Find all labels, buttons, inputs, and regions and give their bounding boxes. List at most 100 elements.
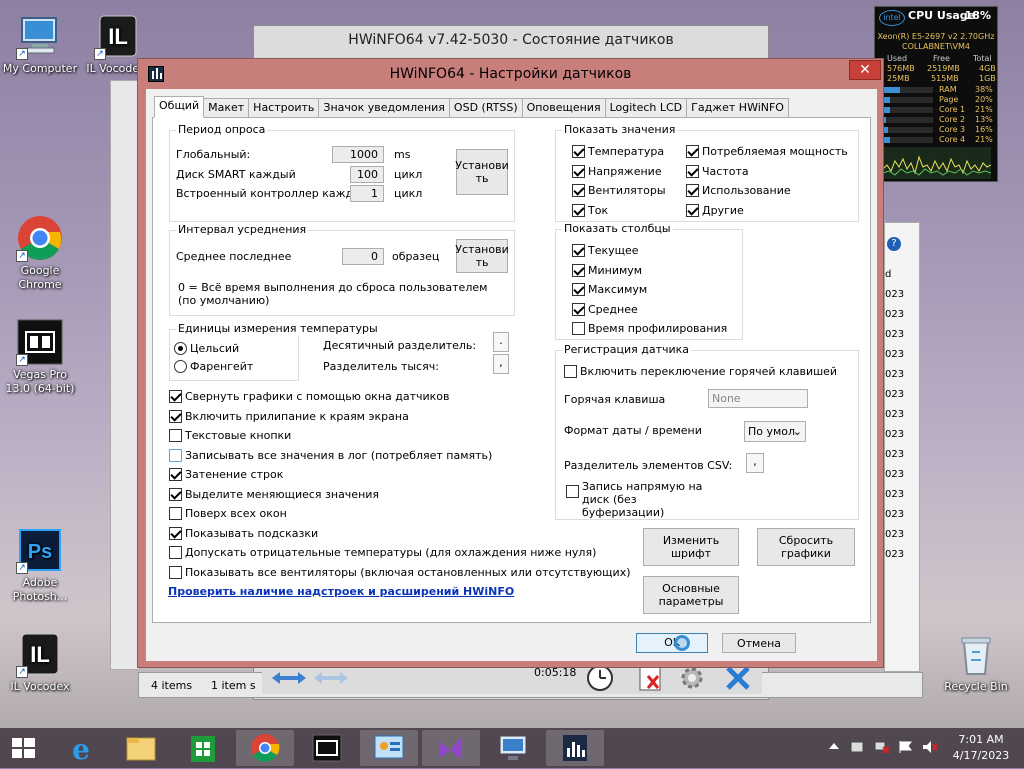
tab-alerts[interactable]: Оповещения [521, 98, 606, 118]
option-checkbox[interactable]: Включить прилипание к краям экрана [169, 409, 409, 423]
averaging-set-button[interactable]: Установи ть [455, 239, 509, 273]
checkbox-indicator[interactable] [686, 164, 699, 178]
checkbox-indicator[interactable] [572, 322, 585, 335]
option-checkbox[interactable]: Затенение строк [169, 468, 283, 481]
checkbox-indicator[interactable] [572, 164, 585, 178]
taskbar-remote-desktop[interactable] [484, 730, 542, 766]
desktop-icon-chrome[interactable]: ↗ Google Chrome [0, 214, 80, 292]
option-checkbox[interactable]: Показывать все вентиляторы (включая оста… [169, 565, 631, 579]
close-x-icon[interactable] [722, 664, 754, 692]
taskbar-visual-studio[interactable] [422, 730, 480, 766]
hotkey-input[interactable]: None [708, 389, 808, 408]
desktop-icon-my-computer[interactable]: ↗ My Computer [0, 12, 80, 76]
taskbar-store[interactable] [174, 730, 232, 766]
checkbox-indicator[interactable] [169, 468, 182, 481]
checkbox-indicator[interactable] [169, 390, 182, 403]
cancel-button[interactable]: Отмена [722, 633, 796, 653]
close-button[interactable]: ✕ [849, 60, 881, 80]
celsius-radio[interactable]: Цельсий [174, 342, 239, 355]
datetime-format-select[interactable]: По умол ⌄ [744, 421, 806, 442]
checkbox-indicator[interactable] [566, 485, 579, 498]
option-checkbox[interactable]: Текстовые кнопки [169, 429, 291, 442]
checkbox-indicator[interactable] [169, 487, 182, 501]
averaging-samples-input[interactable]: 0 [342, 248, 384, 265]
notification-flag-icon[interactable] [898, 740, 914, 754]
tab-tray-icon[interactable]: Значок уведомления [318, 98, 450, 118]
checkbox-indicator[interactable] [686, 203, 699, 217]
option-checkbox[interactable]: Свернуть графики с помощью окна датчиков [169, 390, 450, 403]
show-value-checkbox[interactable]: Вентиляторы [572, 184, 666, 197]
log-delete-icon[interactable] [634, 664, 666, 692]
checkbox-indicator[interactable] [686, 184, 699, 197]
tab-general[interactable]: Общий [154, 96, 205, 118]
taskbar-hwinfo[interactable] [546, 730, 604, 766]
option-checkbox[interactable]: Выделите меняющиеся значения [169, 487, 379, 501]
checkbox-indicator[interactable] [572, 283, 585, 296]
checkbox-indicator[interactable] [169, 409, 182, 423]
radio-indicator[interactable] [174, 360, 187, 373]
direct-write-checkbox[interactable]: Запись напрямую на диск (без буферизации… [566, 480, 722, 519]
hotkey-toggle-checkbox[interactable]: Включить переключение горячей клавишей [564, 365, 837, 378]
show-column-checkbox[interactable]: Время профилирования [572, 322, 727, 335]
taskbar-file-explorer[interactable] [112, 730, 170, 766]
show-column-checkbox[interactable]: Максимум [572, 283, 647, 296]
show-column-checkbox[interactable]: Текущее [572, 244, 639, 257]
arrows-left-right-icon[interactable] [270, 668, 308, 688]
option-checkbox[interactable]: Показывать подсказки [169, 526, 318, 540]
show-column-checkbox[interactable]: Минимум [572, 263, 642, 277]
show-value-checkbox[interactable]: Использование [686, 184, 791, 197]
taskbar-chrome[interactable] [236, 730, 294, 766]
clock-icon[interactable] [584, 664, 616, 692]
checkbox-indicator[interactable] [572, 184, 585, 197]
tab-layout[interactable]: Макет [203, 98, 250, 118]
polling-set-button[interactable]: Установи ть [455, 149, 509, 195]
tab-customize[interactable]: Настроить [248, 98, 320, 118]
show-column-checkbox[interactable]: Среднее [572, 302, 638, 316]
main-params-button[interactable]: Основные параметры [643, 576, 739, 614]
show-value-checkbox[interactable]: Напряжение [572, 164, 662, 178]
cpu-usage-gadget[interactable]: intel CPU Usage 18% Xeon(R) E5-2697 v2 2… [874, 6, 998, 182]
chevron-up-icon[interactable] [828, 740, 840, 752]
ec-cycle-input[interactable]: 1 [350, 185, 384, 202]
show-value-checkbox[interactable]: Частота [686, 164, 749, 178]
settings-gear-icon[interactable] [676, 664, 708, 692]
check-addons-link[interactable]: Проверить наличие надстроек и расширений… [168, 585, 514, 598]
desktop-icon-photoshop[interactable]: Ps ↗ Adobe Photosh... [0, 526, 80, 604]
checkbox-indicator[interactable] [572, 203, 585, 217]
taskbar-vegas[interactable] [298, 730, 356, 766]
checkbox-indicator[interactable] [169, 507, 182, 520]
smart-cycle-input[interactable]: 100 [350, 166, 384, 183]
taskbar-internet-explorer[interactable]: e [52, 730, 110, 766]
checkbox-indicator[interactable] [572, 263, 585, 277]
taskbar-control-panel[interactable] [360, 730, 418, 766]
checkbox-indicator[interactable] [564, 365, 577, 378]
checkbox-indicator[interactable] [572, 302, 585, 316]
change-font-button[interactable]: Изменить шрифт [643, 528, 739, 566]
sensor-settings-dialog[interactable]: HWiNFO64 - Настройки датчиков ✕ Общий Ма… [137, 58, 884, 668]
option-checkbox[interactable]: Допускать отрицательные температуры (для… [169, 546, 596, 559]
checkbox-indicator[interactable] [572, 244, 585, 257]
tab-logitech-lcd[interactable]: Logitech LCD [604, 98, 688, 118]
show-value-checkbox[interactable]: Ток [572, 203, 608, 217]
checkbox-indicator[interactable] [686, 145, 699, 158]
ok-button[interactable]: OK [636, 633, 708, 653]
network-error-icon[interactable] [874, 740, 890, 754]
checkbox-indicator[interactable] [572, 145, 585, 158]
show-value-checkbox[interactable]: Потребляемая мощность [686, 145, 848, 158]
checkbox-indicator[interactable] [169, 429, 182, 442]
arrows-disabled-icon[interactable] [312, 668, 350, 688]
global-interval-input[interactable]: 1000 [332, 146, 384, 163]
show-value-checkbox[interactable]: Другие [686, 203, 744, 217]
thousand-separator-input[interactable]: , [493, 354, 509, 374]
checkbox-indicator[interactable] [169, 565, 182, 579]
option-checkbox[interactable]: Поверх всех окон [169, 507, 287, 520]
start-button[interactable] [0, 730, 48, 766]
desktop-icon-recycle-bin[interactable]: Recycle Bin [936, 630, 1016, 694]
radio-indicator[interactable] [174, 342, 187, 355]
tab-osd-rtss[interactable]: OSD (RTSS) [448, 98, 523, 118]
checkbox-indicator[interactable] [169, 448, 182, 462]
help-icon[interactable]: ? [887, 237, 901, 251]
desktop-icon-vegas[interactable]: ↗ Vegas Pro 13.0 (64-bit) [0, 318, 80, 396]
show-value-checkbox[interactable]: Температура [572, 145, 664, 158]
clock-date[interactable]: 4/17/2023 [946, 749, 1016, 762]
